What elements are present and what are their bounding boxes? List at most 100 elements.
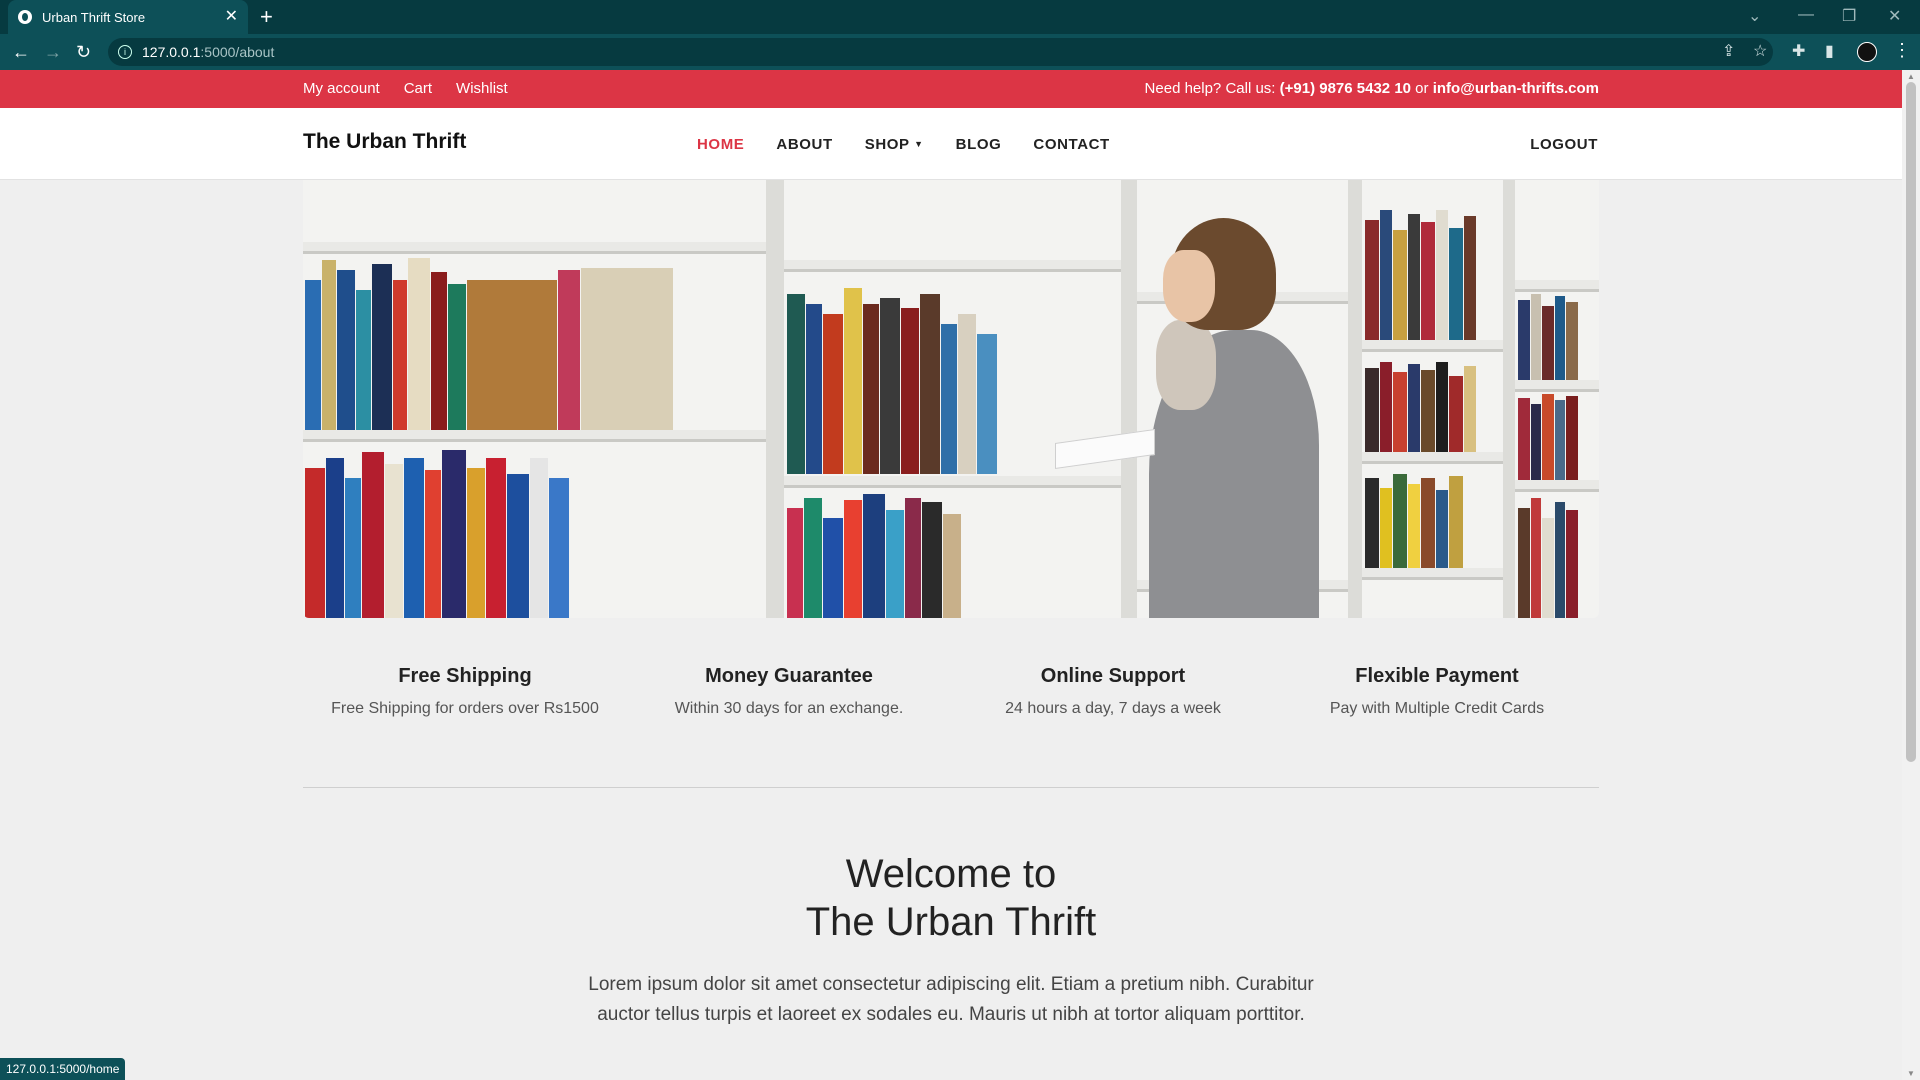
shelf-plank — [784, 260, 1121, 272]
tab-search-chevron-icon[interactable]: ⌄ — [1748, 6, 1761, 26]
nav-blog[interactable]: BLOG — [956, 136, 1002, 153]
share-icon[interactable]: ⇪ — [1722, 42, 1735, 62]
book — [337, 270, 355, 430]
book — [507, 474, 529, 618]
page-scrollbar[interactable]: ▲ ▼ — [1902, 70, 1920, 1080]
hero-shelf-wall — [303, 180, 1599, 618]
hero-bookstore-image — [303, 180, 1599, 618]
book — [448, 284, 466, 430]
feature-title: Free Shipping — [398, 665, 532, 687]
nav-about[interactable]: ABOUT — [776, 136, 832, 153]
nav-shop[interactable]: SHOP ▼ — [865, 136, 924, 153]
shelf-upright — [1121, 180, 1137, 618]
book — [922, 502, 942, 618]
book — [1408, 364, 1420, 452]
book — [863, 494, 885, 618]
browser-menu-icon[interactable]: ⋮ — [1893, 40, 1911, 61]
book — [1436, 362, 1448, 452]
feature-online-support: Online Support 24 hours a day, 7 days a … — [951, 665, 1275, 718]
book — [305, 468, 325, 618]
back-arrow-icon[interactable]: ← — [12, 41, 30, 63]
book — [486, 458, 506, 618]
book-row — [1518, 392, 1579, 480]
help-contact: Need help? Call us: (+91) 9876 5432 10 o… — [1145, 80, 1599, 97]
book — [1566, 302, 1578, 380]
shelf-plank — [784, 476, 1121, 488]
shelf-upright — [766, 180, 784, 618]
site-info-icon[interactable]: i — [118, 45, 132, 59]
book — [1365, 368, 1379, 452]
book — [385, 464, 403, 618]
feature-money-guarantee: Money Guarantee Within 30 days for an ex… — [627, 665, 951, 718]
feature-free-shipping: Free Shipping Free Shipping for orders o… — [303, 665, 627, 718]
feature-text: Within 30 days for an exchange. — [674, 700, 904, 717]
book — [941, 324, 957, 474]
book — [1449, 376, 1463, 452]
book — [844, 500, 862, 618]
welcome-line-2: The Urban Thrift — [805, 900, 1097, 944]
link-status-bar: 127.0.0.1:5000/home — [0, 1058, 126, 1080]
book — [1464, 366, 1476, 452]
book-row — [305, 448, 570, 618]
book — [863, 304, 879, 474]
address-bar[interactable]: i 127.0.0.1:5000/about — [108, 38, 1773, 66]
tab-title: Urban Thrift Store — [42, 9, 146, 25]
shelf-plank — [1515, 280, 1599, 292]
book — [1518, 398, 1530, 480]
book — [467, 280, 557, 430]
help-phone[interactable]: (+91) 9876 5432 10 — [1280, 80, 1411, 97]
scrollbar-thumb[interactable] — [1906, 82, 1916, 762]
book — [322, 260, 336, 430]
welcome-heading: Welcome to The Urban Thrift — [303, 850, 1599, 946]
shelf-plank — [1515, 380, 1599, 392]
shelf-plank — [1362, 568, 1503, 580]
book — [880, 298, 900, 474]
book — [326, 458, 344, 618]
book — [1365, 478, 1379, 568]
book — [1421, 222, 1435, 340]
site-brand[interactable]: The Urban Thrift — [303, 130, 466, 154]
browser-tab[interactable]: Urban Thrift Store ✕ — [8, 0, 248, 34]
new-tab-button[interactable]: + — [260, 4, 273, 30]
extensions-puzzle-icon[interactable]: ✚ — [1792, 42, 1805, 62]
book — [1408, 214, 1420, 340]
feature-text: Pay with Multiple Credit Cards — [1329, 700, 1545, 717]
book — [1555, 400, 1565, 480]
logout-link[interactable]: LOGOUT — [1530, 136, 1598, 153]
scroll-up-arrow-icon[interactable]: ▲ — [1907, 72, 1915, 81]
my-account-link[interactable]: My account — [303, 80, 380, 97]
help-email[interactable]: info@urban-thrifts.com — [1433, 80, 1599, 97]
book — [804, 498, 822, 618]
feature-text: 24 hours a day, 7 days a week — [1005, 700, 1221, 717]
forward-arrow-icon[interactable]: → — [44, 41, 62, 63]
minimize-icon[interactable]: — — [1798, 6, 1814, 24]
bookmark-star-icon[interactable]: ☆ — [1753, 42, 1767, 62]
feature-title: Online Support — [1040, 665, 1186, 687]
nav-home[interactable]: HOME — [697, 136, 744, 153]
tab-close-icon[interactable]: ✕ — [225, 9, 238, 25]
book — [467, 468, 485, 618]
reader-scarf — [1156, 320, 1216, 410]
window-close-icon[interactable]: ✕ — [1888, 6, 1901, 26]
book — [1531, 404, 1541, 480]
book — [393, 280, 407, 430]
book — [1365, 220, 1379, 340]
reload-icon[interactable]: ↻ — [76, 41, 91, 63]
nav-contact[interactable]: CONTACT — [1033, 136, 1109, 153]
scroll-down-arrow-icon[interactable]: ▼ — [1907, 1069, 1915, 1078]
nav-menu: HOME ABOUT SHOP ▼ BLOG CONTACT — [697, 136, 1110, 153]
cart-link[interactable]: Cart — [404, 80, 432, 97]
shelf-plank — [303, 242, 766, 254]
book-row — [1365, 470, 1464, 568]
book — [823, 518, 843, 618]
book — [362, 452, 384, 618]
book — [901, 308, 919, 474]
wishlist-link[interactable]: Wishlist — [456, 80, 508, 97]
profile-avatar[interactable] — [1857, 42, 1877, 62]
restore-icon[interactable]: ❐ — [1842, 6, 1856, 26]
book — [305, 280, 321, 430]
shelf-plank — [1362, 452, 1503, 464]
url-path: :5000/about — [200, 44, 275, 60]
site-favicon-icon — [18, 10, 32, 24]
side-panel-icon[interactable]: ▮ — [1825, 42, 1834, 62]
